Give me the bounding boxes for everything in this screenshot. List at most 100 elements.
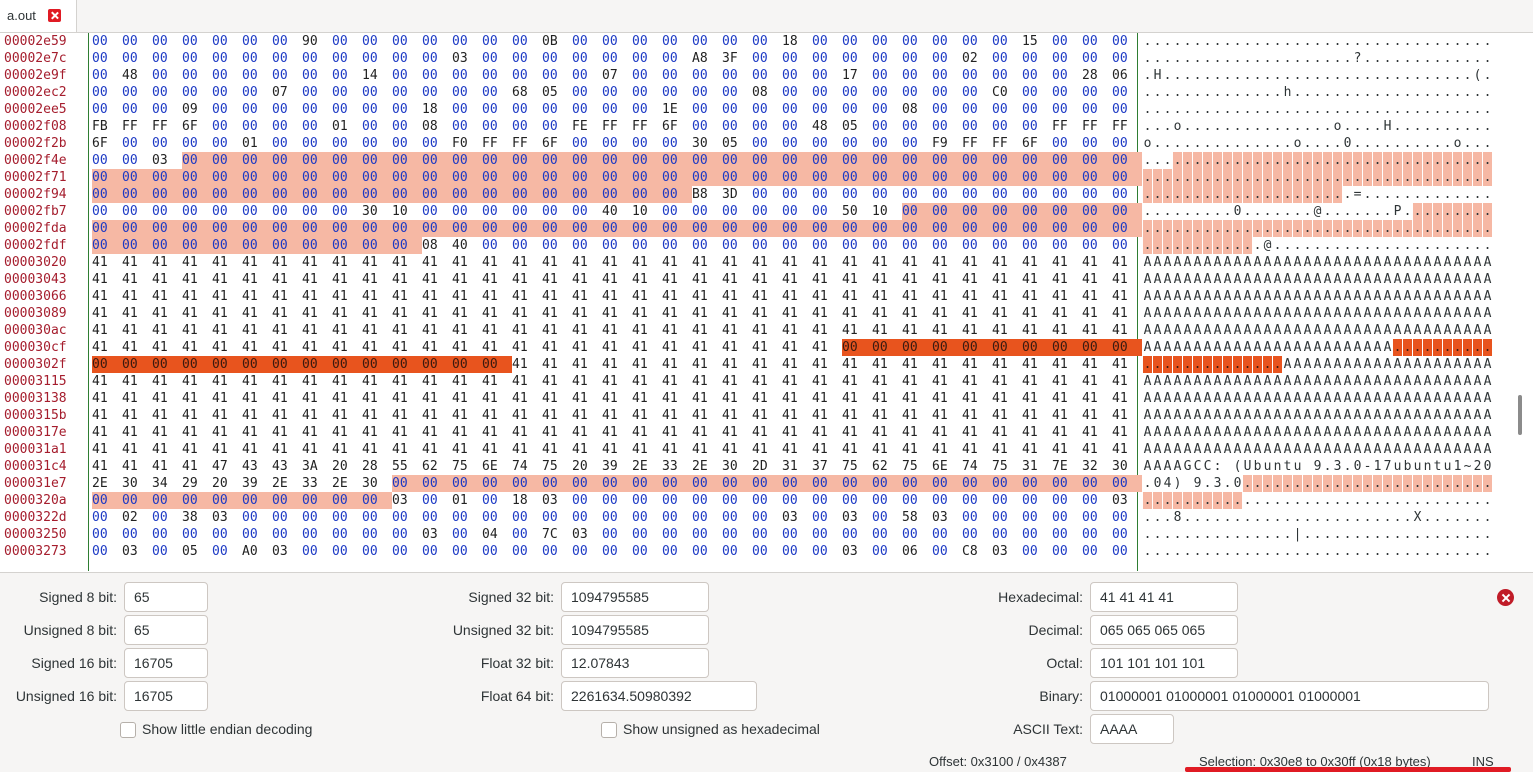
hex-byte[interactable]: 00 xyxy=(1112,135,1142,152)
ascii-char[interactable]: . xyxy=(1443,220,1452,237)
ascii-char[interactable]: A xyxy=(1233,407,1242,424)
ascii-char[interactable]: . xyxy=(1243,492,1252,509)
hex-byte[interactable]: 00 xyxy=(1112,543,1142,560)
hex-byte[interactable]: 39 xyxy=(242,475,272,492)
hex-byte[interactable]: 00 xyxy=(152,186,182,203)
hex-byte[interactable]: 41 xyxy=(842,390,872,407)
ascii-char[interactable]: A xyxy=(1153,288,1162,305)
ascii-char[interactable]: . xyxy=(1153,492,1162,509)
ascii-char[interactable]: X xyxy=(1413,509,1422,526)
ascii-char[interactable]: A xyxy=(1463,373,1472,390)
ascii-field[interactable]: AAAA xyxy=(1090,714,1174,744)
ascii-char[interactable]: . xyxy=(1273,526,1282,543)
hex-byte[interactable]: 00 xyxy=(1082,135,1112,152)
ascii-char[interactable]: . xyxy=(1183,509,1192,526)
unsigned8-field[interactable]: 65 xyxy=(124,615,208,645)
ascii-char[interactable]: . xyxy=(1343,33,1352,50)
hex-byte[interactable]: FE xyxy=(572,118,602,135)
ascii-char[interactable]: 1 xyxy=(1453,458,1462,475)
hex-byte[interactable]: 6F xyxy=(1022,135,1052,152)
ascii-char[interactable]: A xyxy=(1403,322,1412,339)
ascii-char[interactable]: . xyxy=(1483,186,1492,203)
hex-byte[interactable]: 07 xyxy=(602,67,632,84)
ascii-char[interactable]: . xyxy=(1223,152,1232,169)
hex-byte[interactable]: 41 xyxy=(902,254,932,271)
hex-byte[interactable]: 47 xyxy=(212,458,242,475)
hex-byte[interactable]: 41 xyxy=(152,322,182,339)
hex-byte[interactable]: 00 xyxy=(842,220,872,237)
hex-byte[interactable]: 00 xyxy=(842,526,872,543)
ascii-char[interactable]: A xyxy=(1293,322,1302,339)
ascii-char[interactable]: . xyxy=(1233,33,1242,50)
ascii-char[interactable]: . xyxy=(1193,50,1202,67)
hex-byte[interactable]: 00 xyxy=(992,220,1022,237)
ascii-char[interactable]: . xyxy=(1393,543,1402,560)
hex-byte[interactable]: 00 xyxy=(152,67,182,84)
hex-byte[interactable]: 00 xyxy=(1052,543,1082,560)
ascii-char[interactable]: . xyxy=(1143,33,1152,50)
ascii-char[interactable]: A xyxy=(1393,390,1402,407)
hex-byte[interactable]: 41 xyxy=(962,441,992,458)
ascii-char[interactable]: . xyxy=(1293,220,1302,237)
hex-byte[interactable]: 00 xyxy=(662,475,692,492)
hex-byte[interactable]: 00 xyxy=(1112,203,1142,220)
ascii-char[interactable]: . xyxy=(1363,135,1372,152)
ascii-char[interactable]: . xyxy=(1263,509,1272,526)
hex-byte[interactable]: 00 xyxy=(1052,203,1082,220)
ascii-char[interactable]: . xyxy=(1453,118,1462,135)
ascii-char[interactable]: . xyxy=(1483,526,1492,543)
ascii-char[interactable]: A xyxy=(1413,373,1422,390)
hex-byte[interactable]: 03 xyxy=(272,543,302,560)
hex-byte[interactable]: 41 xyxy=(662,339,692,356)
hex-byte[interactable]: 00 xyxy=(242,33,272,50)
hex-byte[interactable]: 00 xyxy=(302,543,332,560)
hex-byte[interactable]: 00 xyxy=(182,67,212,84)
ascii-char[interactable]: . xyxy=(1273,356,1282,373)
ascii-char[interactable]: . xyxy=(1243,118,1252,135)
hex-byte[interactable]: 00 xyxy=(1022,118,1052,135)
hex-byte[interactable]: 08 xyxy=(422,237,452,254)
ascii-char[interactable]: A xyxy=(1453,390,1462,407)
hex-byte[interactable]: 00 xyxy=(422,50,452,67)
ascii-char[interactable]: A xyxy=(1303,424,1312,441)
hex-byte[interactable]: 41 xyxy=(392,373,422,390)
ascii-char[interactable]: A xyxy=(1263,441,1272,458)
ascii-char[interactable]: . xyxy=(1323,475,1332,492)
hex-byte[interactable]: 20 xyxy=(572,458,602,475)
ascii-char[interactable]: . xyxy=(1443,67,1452,84)
ascii-char[interactable]: . xyxy=(1153,220,1162,237)
ascii-char[interactable]: A xyxy=(1243,441,1252,458)
ascii-char[interactable]: A xyxy=(1463,424,1472,441)
hex-byte[interactable]: 00 xyxy=(692,67,722,84)
ascii-char[interactable]: . xyxy=(1183,50,1192,67)
ascii-char[interactable]: . xyxy=(1403,84,1412,101)
ascii-char[interactable]: A xyxy=(1423,305,1432,322)
hex-byte[interactable]: 00 xyxy=(1052,135,1082,152)
hex-byte[interactable]: 00 xyxy=(932,526,962,543)
ascii-char[interactable]: . xyxy=(1213,509,1222,526)
hex-byte[interactable]: 41 xyxy=(272,322,302,339)
ascii-char[interactable]: . xyxy=(1213,169,1222,186)
ascii-char[interactable]: . xyxy=(1273,543,1282,560)
ascii-char[interactable]: . xyxy=(1303,84,1312,101)
hex-byte[interactable]: 00 xyxy=(482,152,512,169)
ascii-char[interactable]: . xyxy=(1323,458,1332,475)
ascii-char[interactable]: . xyxy=(1213,526,1222,543)
hex-byte[interactable]: 00 xyxy=(902,84,932,101)
hex-byte[interactable]: 00 xyxy=(1082,169,1112,186)
ascii-char[interactable]: . xyxy=(1203,186,1212,203)
hex-byte[interactable]: 41 xyxy=(362,339,392,356)
hex-byte[interactable]: 41 xyxy=(1082,373,1112,390)
hex-byte[interactable]: 00 xyxy=(872,526,902,543)
hex-byte[interactable]: 41 xyxy=(422,271,452,288)
hex-byte[interactable]: 41 xyxy=(1052,407,1082,424)
ascii-char[interactable]: . xyxy=(1463,220,1472,237)
ascii-char[interactable]: A xyxy=(1253,322,1262,339)
ascii-char[interactable]: A xyxy=(1273,305,1282,322)
hex-byte[interactable]: 00 xyxy=(1022,475,1052,492)
hex-byte[interactable]: 41 xyxy=(122,424,152,441)
hex-byte[interactable]: 00 xyxy=(1112,50,1142,67)
hex-byte[interactable]: 00 xyxy=(962,67,992,84)
hex-byte[interactable]: 41 xyxy=(212,322,242,339)
hex-byte[interactable]: 41 xyxy=(482,305,512,322)
